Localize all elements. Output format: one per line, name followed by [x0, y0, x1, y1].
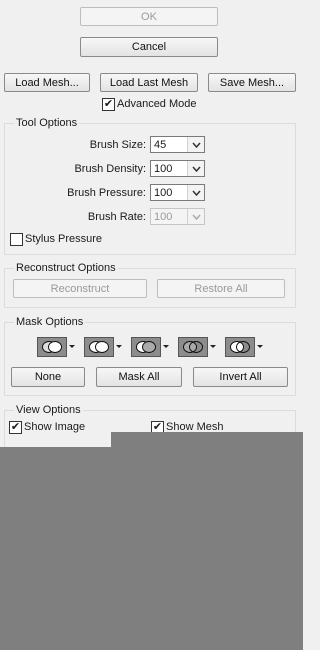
brush-rate-label: Brush Rate: — [87, 211, 146, 223]
advanced-mode-checkbox[interactable]: ✔ — [102, 98, 115, 111]
brush-pressure-label: Brush Pressure: — [67, 187, 146, 199]
overlay-panel — [0, 447, 303, 650]
chevron-down-icon[interactable] — [163, 345, 169, 348]
chevron-down-icon[interactable] — [69, 345, 75, 348]
replace-selection-icon[interactable] — [37, 337, 67, 357]
chevron-down-icon[interactable] — [187, 209, 204, 224]
show-image-label: Show Image — [24, 421, 86, 433]
brush-density-label: Brush Density: — [74, 163, 146, 175]
brush-rate-value: 100 — [154, 210, 173, 223]
mask-options-title: Mask Options — [14, 316, 86, 328]
cancel-button[interactable]: Cancel — [80, 37, 218, 57]
invert-all-label: Invert All — [219, 371, 262, 383]
load-last-mesh-label: Load Last Mesh — [109, 76, 189, 89]
chevron-down-icon[interactable] — [116, 345, 122, 348]
stylus-pressure-label: Stylus Pressure — [25, 233, 103, 245]
brush-size-value: 45 — [154, 138, 167, 151]
restore-all-button[interactable]: Restore All — [157, 279, 285, 298]
cancel-label: Cancel — [131, 41, 167, 53]
load-mesh-button[interactable]: Load Mesh... — [4, 73, 90, 92]
add-to-selection-icon[interactable] — [84, 337, 114, 357]
stylus-pressure-checkbox[interactable] — [10, 233, 23, 246]
tool-options-title: Tool Options — [14, 117, 80, 129]
chevron-down-icon[interactable] — [187, 185, 204, 200]
mask-all-button[interactable]: Mask All — [96, 367, 182, 387]
intersect-with-selection-icon[interactable] — [178, 337, 208, 357]
mask-none-button[interactable]: None — [11, 367, 85, 387]
save-mesh-button[interactable]: Save Mesh... — [208, 73, 296, 92]
brush-pressure-value: 100 — [154, 186, 173, 199]
mask-all-label: Mask All — [118, 371, 160, 383]
reconstruct-button[interactable]: Reconstruct — [13, 279, 147, 298]
mask-none-label: None — [34, 371, 62, 383]
invert-all-button[interactable]: Invert All — [193, 367, 288, 387]
load-mesh-label: Load Mesh... — [15, 76, 79, 89]
reconstruct-options-title: Reconstruct Options — [14, 262, 118, 274]
chevron-down-icon[interactable] — [187, 161, 204, 176]
save-mesh-label: Save Mesh... — [219, 76, 285, 89]
restore-all-label: Restore All — [194, 282, 248, 295]
invert-selection-icon[interactable] — [225, 337, 255, 357]
reconstruct-label: Reconstruct — [50, 282, 110, 295]
brush-size-label: Brush Size: — [89, 139, 146, 151]
chevron-down-icon[interactable] — [210, 345, 216, 348]
chevron-down-icon[interactable] — [187, 137, 204, 152]
brush-density-value: 100 — [154, 162, 173, 175]
chevron-down-icon[interactable] — [257, 345, 263, 348]
checkmark-icon: ✔ — [103, 98, 114, 110]
brush-rate-combo[interactable]: 100 — [150, 208, 205, 225]
brush-density-combo[interactable]: 100 — [150, 160, 205, 177]
ok-label: OK — [141, 10, 157, 23]
ok-button[interactable]: OK — [80, 7, 218, 26]
load-last-mesh-button[interactable]: Load Last Mesh — [100, 73, 198, 92]
brush-pressure-combo[interactable]: 100 — [150, 184, 205, 201]
advanced-mode-label: Advanced Mode — [117, 98, 197, 110]
subtract-from-selection-icon[interactable] — [131, 337, 161, 357]
brush-size-combo[interactable]: 45 — [150, 136, 205, 153]
view-options-title: View Options — [14, 404, 83, 416]
show-image-checkbox[interactable]: ✔ — [9, 421, 22, 434]
checkmark-icon: ✔ — [10, 421, 21, 433]
